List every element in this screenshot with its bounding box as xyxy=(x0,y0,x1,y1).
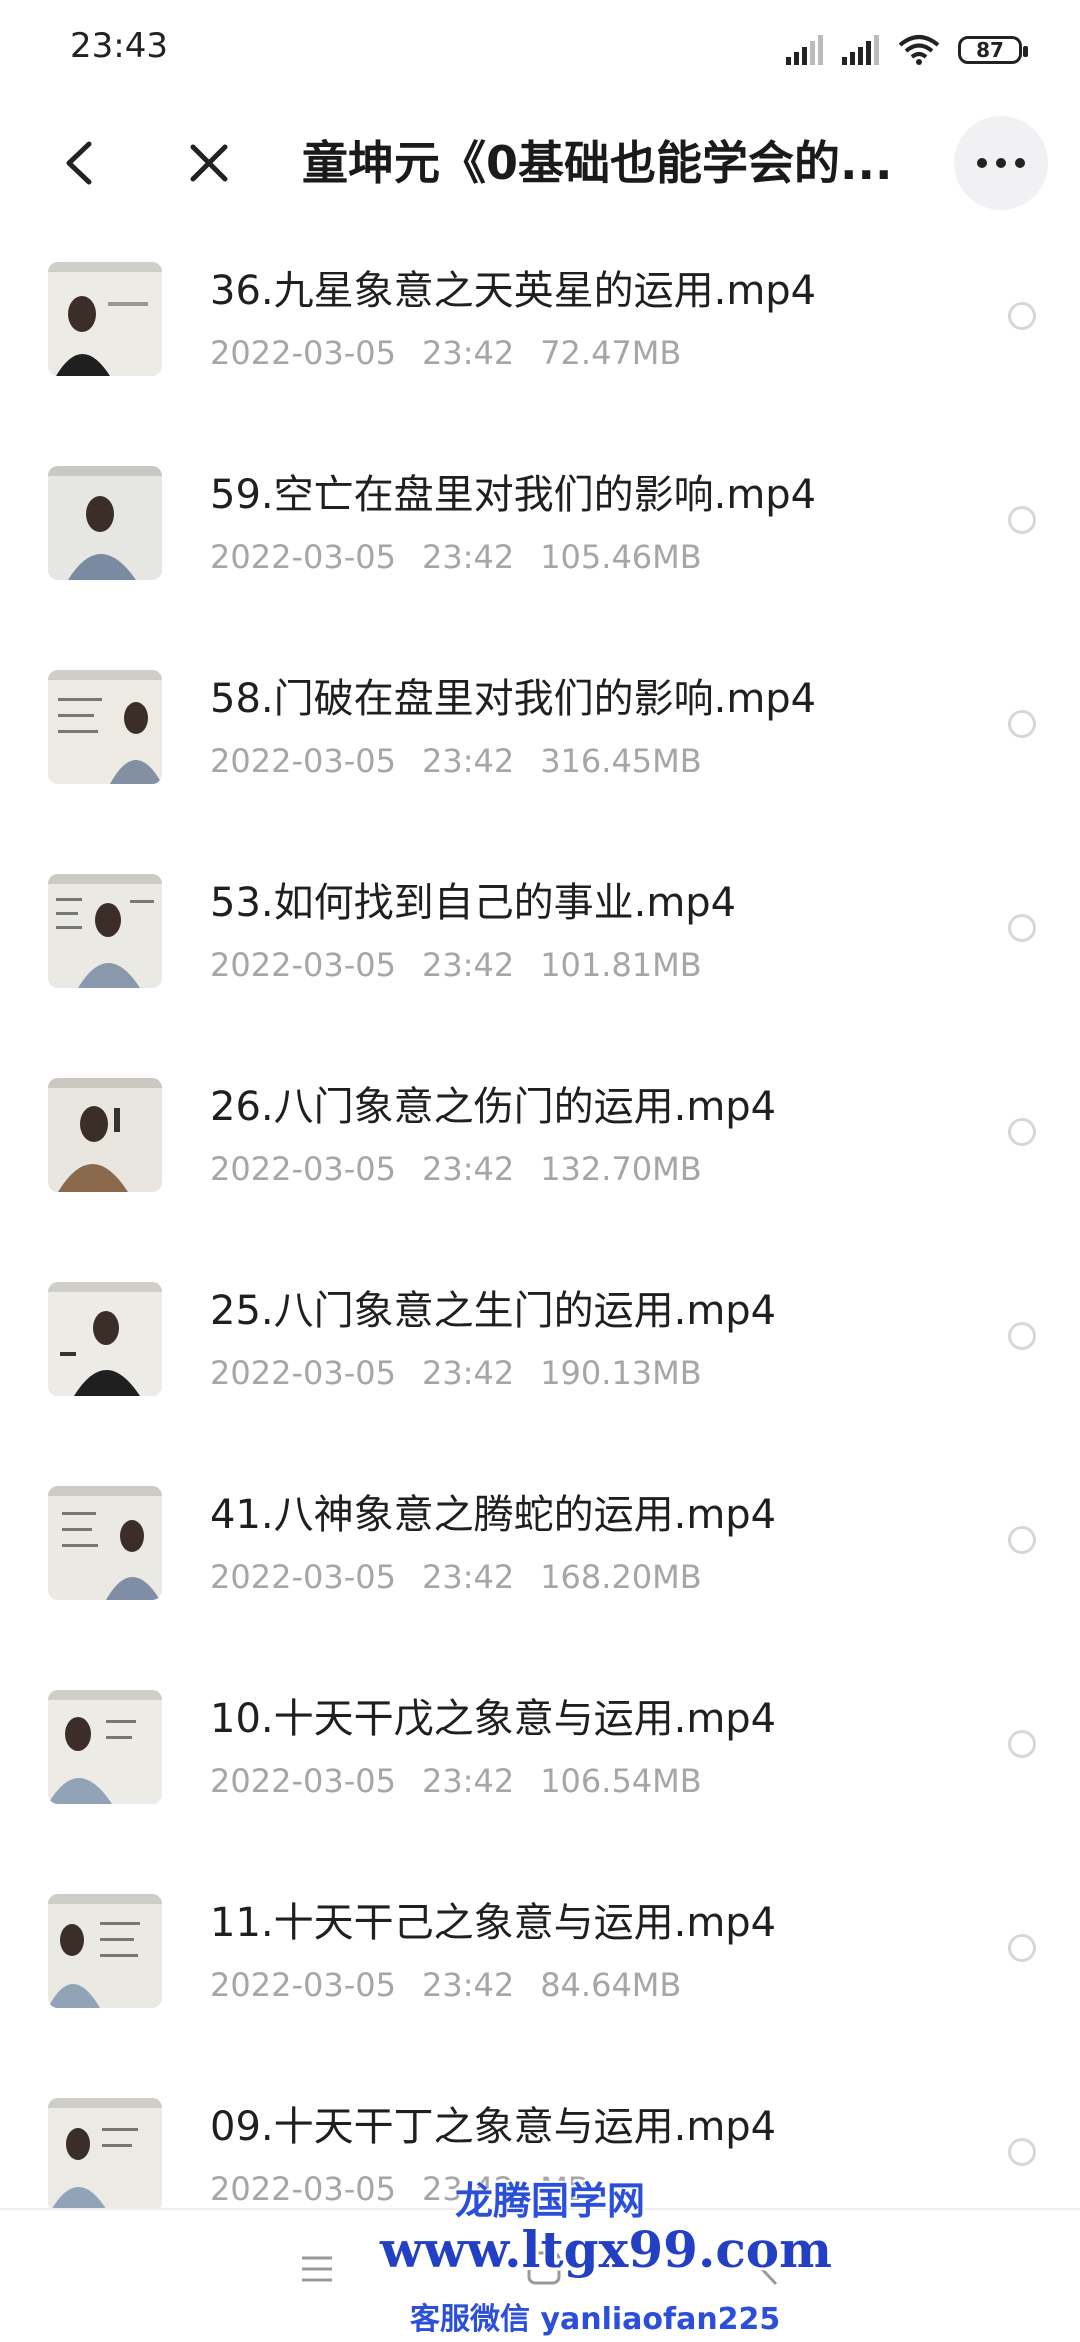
file-meta: 2022-03-05 23:42 84.64MB xyxy=(210,1966,707,2004)
file-time: 23:42 xyxy=(421,1354,515,1392)
file-meta: 2022-03-05 23:42 101.81MB xyxy=(210,946,728,984)
page-title: 童坤元《0基础也能学会的... xyxy=(302,136,893,190)
video-thumbnail xyxy=(48,670,162,784)
file-date: 2022-03-05 xyxy=(210,538,396,576)
file-size: 190.13MB xyxy=(540,1354,702,1392)
watermark-site-name: 龙腾国学网 xyxy=(455,2179,646,2223)
recent-apps-button[interactable] xyxy=(300,2254,334,2288)
file-date: 2022-03-05 xyxy=(210,1150,396,1188)
watermark-url: www.ltgx99.com xyxy=(380,2220,833,2279)
file-row[interactable]: 59.空亡在盘里对我们的影响.mp4 2022-03-05 23:42 105.46… xyxy=(0,434,1080,638)
file-size: 132.70MB xyxy=(540,1150,702,1188)
select-radio[interactable] xyxy=(1008,710,1036,738)
status-bar: 23:43 87 xyxy=(0,0,1080,100)
file-name: 59.空亡在盘里对我们的影响.mp4 xyxy=(210,472,817,518)
select-radio[interactable] xyxy=(1008,1934,1036,1962)
file-time: 23:42 xyxy=(421,334,515,372)
file-time: 23:42 xyxy=(421,742,515,780)
signal-icon xyxy=(786,35,823,65)
file-time: 23:42 xyxy=(421,1558,515,1596)
select-radio[interactable] xyxy=(1008,506,1036,534)
video-thumbnail xyxy=(48,1486,162,1600)
file-size: 84.64MB xyxy=(540,1966,682,2004)
more-button[interactable] xyxy=(954,116,1048,210)
video-thumbnail xyxy=(48,466,162,580)
select-radio[interactable] xyxy=(1008,302,1036,330)
file-size: 101.81MB xyxy=(540,946,702,984)
file-row[interactable]: 41.八神象意之腾蛇的运用.mp4 2022-03-05 23:42 168.20M… xyxy=(0,1454,1080,1658)
file-meta: 2022-03-05 23:42 190.13MB xyxy=(210,1354,728,1392)
video-thumbnail xyxy=(48,874,162,988)
file-name: 25.八门象意之生门的运用.mp4 xyxy=(210,1288,777,1334)
header: 童坤元《0基础也能学会的... xyxy=(0,100,1080,230)
file-meta: 2022-03-05 23:42 105.46MB xyxy=(210,538,728,576)
status-time: 23:43 xyxy=(70,26,168,66)
file-meta: 2022-03-05 23:42 72.47MB xyxy=(210,334,707,372)
file-time: 23:42 xyxy=(421,1150,515,1188)
file-row[interactable]: 11.十天干己之象意与运用.mp4 2022-03-05 23:42 84.64MB xyxy=(0,1862,1080,2066)
file-list: 36.九星象意之天英星的运用.mp4 2022-03-05 23:42 72.47M… xyxy=(0,230,1080,2270)
back-button[interactable] xyxy=(44,128,114,198)
file-time: 23:42 xyxy=(421,946,515,984)
file-name: 41.八神象意之腾蛇的运用.mp4 xyxy=(210,1492,777,1538)
file-time: 23:42 xyxy=(421,538,515,576)
signal-icon-2 xyxy=(842,35,879,65)
file-date: 2022-03-05 xyxy=(210,1762,396,1800)
video-thumbnail xyxy=(48,1282,162,1396)
file-row[interactable]: 26.八门象意之伤门的运用.mp4 2022-03-05 23:42 132.70M… xyxy=(0,1046,1080,1250)
file-date: 2022-03-05 xyxy=(210,1354,396,1392)
file-time: 23:42 xyxy=(421,1762,515,1800)
select-radio[interactable] xyxy=(1008,1730,1036,1758)
file-size: 106.54MB xyxy=(540,1762,702,1800)
video-thumbnail xyxy=(48,2098,162,2212)
file-time: 23:42 xyxy=(421,1966,515,2004)
file-size: 105.46MB xyxy=(540,538,702,576)
more-dots-icon xyxy=(977,158,1025,168)
video-thumbnail xyxy=(48,1078,162,1192)
watermark-contact: 客服微信 yanliaofan225 xyxy=(410,2302,781,2337)
file-name: 11.十天干己之象意与运用.mp4 xyxy=(210,1900,777,1946)
wifi-icon xyxy=(898,35,940,65)
file-date: 2022-03-05 xyxy=(210,2170,396,2208)
file-name: 10.十天干戊之象意与运用.mp4 xyxy=(210,1696,777,1742)
menu-icon xyxy=(302,2256,332,2282)
file-date: 2022-03-05 xyxy=(210,742,396,780)
chevron-left-icon xyxy=(66,141,92,185)
battery-level: 87 xyxy=(976,38,1004,62)
file-row[interactable]: 36.九星象意之天英星的运用.mp4 2022-03-05 23:42 72.47M… xyxy=(0,230,1080,434)
file-name: 58.门破在盘里对我们的影响.mp4 xyxy=(210,676,817,722)
file-name: 53.如何找到自己的事业.mp4 xyxy=(210,880,737,926)
file-row[interactable]: 53.如何找到自己的事业.mp4 2022-03-05 23:42 101.81MB xyxy=(0,842,1080,1046)
file-size: 168.20MB xyxy=(540,1558,702,1596)
select-radio[interactable] xyxy=(1008,1322,1036,1350)
select-radio[interactable] xyxy=(1008,1526,1036,1554)
file-date: 2022-03-05 xyxy=(210,1558,396,1596)
close-icon xyxy=(190,144,228,182)
status-icons: 87 xyxy=(786,30,1028,70)
file-meta: 2022-03-05 23:42 168.20MB xyxy=(210,1558,728,1596)
file-date: 2022-03-05 xyxy=(210,334,396,372)
file-row[interactable]: 25.八门象意之生门的运用.mp4 2022-03-05 23:42 190.13M… xyxy=(0,1250,1080,1454)
file-name: 09.十天干丁之象意与运用.mp4 xyxy=(210,2104,777,2150)
file-row[interactable]: 58.门破在盘里对我们的影响.mp4 2022-03-05 23:42 316.45… xyxy=(0,638,1080,842)
file-meta: 2022-03-05 23:42 106.54MB xyxy=(210,1762,728,1800)
select-radio[interactable] xyxy=(1008,1118,1036,1146)
video-thumbnail xyxy=(48,262,162,376)
file-date: 2022-03-05 xyxy=(210,946,396,984)
file-size: 316.45MB xyxy=(540,742,702,780)
file-date: 2022-03-05 xyxy=(210,1966,396,2004)
video-thumbnail xyxy=(48,1894,162,2008)
video-thumbnail xyxy=(48,1690,162,1804)
select-radio[interactable] xyxy=(1008,914,1036,942)
select-radio[interactable] xyxy=(1008,2138,1036,2166)
file-meta: 2022-03-05 23:42 132.70MB xyxy=(210,1150,728,1188)
file-name: 26.八门象意之伤门的运用.mp4 xyxy=(210,1084,777,1130)
battery-indicator: 87 xyxy=(958,36,1028,64)
file-meta: 2022-03-05 23:42 316.45MB xyxy=(210,742,728,780)
close-button[interactable] xyxy=(174,128,244,198)
file-name: 36.九星象意之天英星的运用.mp4 xyxy=(210,268,817,314)
file-row[interactable]: 10.十天干戊之象意与运用.mp4 2022-03-05 23:42 106.54M… xyxy=(0,1658,1080,1862)
file-size: 72.47MB xyxy=(540,334,682,372)
